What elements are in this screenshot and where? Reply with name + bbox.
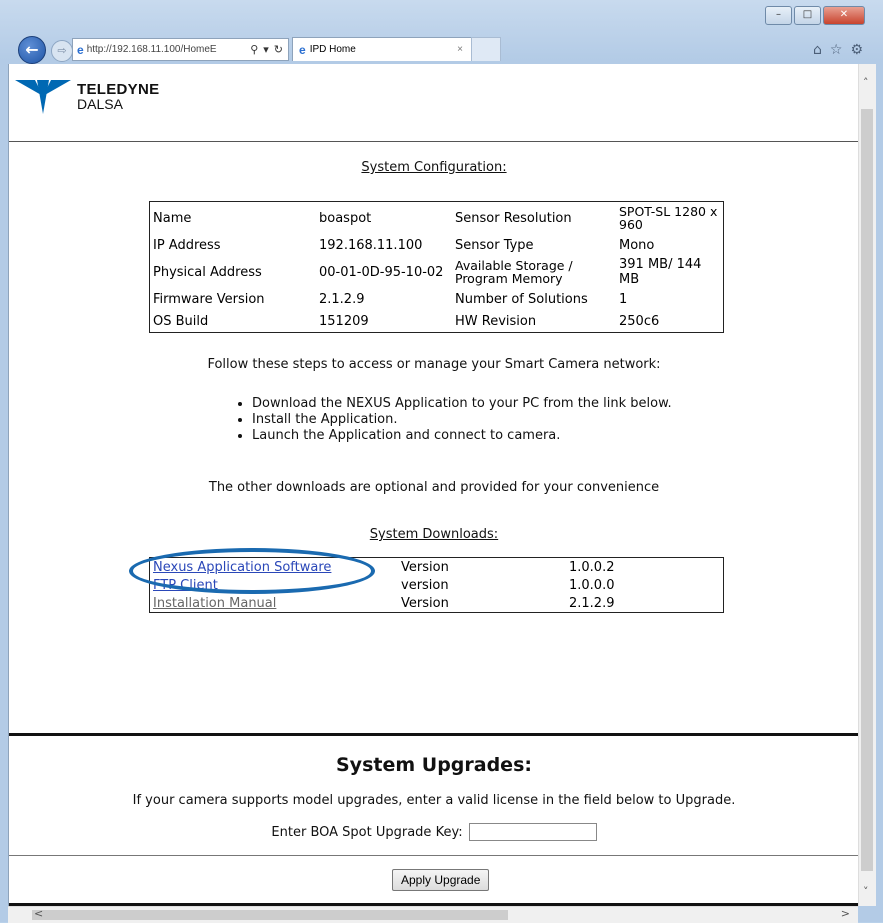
minimize-button[interactable]: – bbox=[765, 6, 792, 25]
config-value: 1 bbox=[619, 291, 628, 307]
system-configuration-table: Name boaspot Sensor Resolution SPOT-SL 1280… bbox=[149, 201, 724, 333]
logo-mark-icon bbox=[15, 80, 71, 114]
table-row: Firmware Version 2.1.2.9 Number of Solutio… bbox=[150, 288, 724, 310]
upgrade-key-input[interactable] bbox=[468, 823, 597, 841]
table-row: Installation Manual Version 2.1.2.9 bbox=[150, 594, 724, 613]
tab-title: IPD Home bbox=[309, 44, 356, 55]
table-row: Physical Address 00-01-0D-95-10-02 Availab… bbox=[150, 256, 724, 288]
browser-window: – □ ✕ ← ⇨ e http://192.168.11.100/HomeE … bbox=[0, 0, 883, 923]
star-icon[interactable]: ☆ bbox=[830, 42, 843, 58]
ie-icon: e bbox=[77, 42, 84, 57]
config-label: Available Storage / Program Memory bbox=[455, 258, 573, 286]
tab-close-icon[interactable]: × bbox=[457, 44, 463, 55]
version-label: Version bbox=[401, 559, 449, 575]
version-label: Version bbox=[401, 595, 449, 611]
upgrades-description: If your camera supports model upgrades, … bbox=[132, 793, 736, 808]
horizontal-scroll-thumb[interactable] bbox=[32, 910, 508, 920]
installation-manual-link[interactable]: Installation Manual bbox=[153, 596, 276, 611]
list-item: Install the Application. bbox=[252, 412, 672, 428]
version-value: 1.0.0.0 bbox=[569, 577, 615, 593]
instruction-steps-list: Download the NEXUS Application to your P… bbox=[234, 396, 672, 444]
config-label: Number of Solutions bbox=[455, 291, 588, 307]
config-label: Sensor Type bbox=[455, 237, 534, 253]
page-viewport: TELEDYNE DALSA System Configuration: Nam… bbox=[8, 64, 859, 906]
address-url[interactable]: http://192.168.11.100/HomeE bbox=[87, 44, 251, 55]
config-value: SPOT-SL 1280 x 960 bbox=[619, 204, 718, 232]
config-value: 391 MB/ 144 MB bbox=[619, 257, 702, 287]
system-downloads-title: System Downloads: bbox=[369, 527, 499, 542]
config-label: Physical Address bbox=[153, 264, 262, 280]
scroll-left-icon[interactable]: < bbox=[34, 907, 43, 920]
table-row: Name boaspot Sensor Resolution SPOT-SL 1280… bbox=[150, 202, 724, 235]
back-button[interactable]: ← bbox=[18, 36, 46, 64]
gear-icon[interactable]: ⚙ bbox=[850, 42, 863, 58]
vertical-scroll-thumb[interactable] bbox=[861, 109, 873, 871]
table-row: IP Address 192.168.11.100 Sensor Type Mono bbox=[150, 234, 724, 256]
header-divider bbox=[9, 141, 859, 142]
window-controls: – □ ✕ bbox=[765, 6, 865, 25]
teledyne-dalsa-logo: TELEDYNE DALSA bbox=[15, 78, 159, 116]
instructions-intro: Follow these steps to access or manage y… bbox=[207, 357, 661, 372]
apply-upgrade-button[interactable]: Apply Upgrade bbox=[392, 869, 490, 891]
scroll-down-icon[interactable]: ˅ bbox=[863, 885, 869, 898]
table-row: OS Build 151209 HW Revision 250c6 bbox=[150, 310, 724, 333]
config-value: 250c6 bbox=[619, 313, 660, 329]
system-upgrades-title: System Upgrades: bbox=[336, 754, 532, 776]
config-value: 2.1.2.9 bbox=[319, 291, 365, 307]
config-value: 192.168.11.100 bbox=[319, 237, 423, 253]
tab-ipd-home[interactable]: e IPD Home × bbox=[292, 37, 472, 61]
apply-divider bbox=[9, 855, 859, 856]
config-label: IP Address bbox=[153, 237, 221, 253]
ie-icon: e bbox=[299, 42, 306, 57]
new-tab-button[interactable] bbox=[471, 37, 501, 61]
config-value: boaspot bbox=[319, 210, 372, 226]
refresh-icon[interactable]: ↻ bbox=[274, 43, 283, 56]
config-label: Name bbox=[153, 210, 192, 226]
search-icon[interactable]: ⚲ bbox=[250, 43, 258, 56]
logo-line1: TELEDYNE bbox=[77, 81, 160, 98]
config-value: Mono bbox=[619, 237, 655, 253]
navigation-bar: ← ⇨ e http://192.168.11.100/HomeE ⚲ ▾ ↻ … bbox=[0, 34, 883, 64]
logo-line2: DALSA bbox=[77, 96, 123, 112]
system-configuration-title: System Configuration: bbox=[361, 160, 507, 175]
highlight-oval bbox=[129, 548, 375, 594]
address-bar[interactable]: e http://192.168.11.100/HomeE ⚲ ▾ ↻ bbox=[72, 38, 289, 61]
vertical-scrollbar[interactable]: ˄ ˅ bbox=[858, 64, 876, 906]
toolbar-icons: ⌂ ☆ ⚙ bbox=[813, 42, 863, 58]
list-item: Download the NEXUS Application to your P… bbox=[252, 396, 672, 412]
dropdown-icon[interactable]: ▾ bbox=[263, 43, 269, 56]
version-value: 1.0.0.2 bbox=[569, 559, 615, 575]
upgrades-divider bbox=[9, 733, 859, 736]
home-icon[interactable]: ⌂ bbox=[813, 42, 822, 58]
config-label: HW Revision bbox=[455, 313, 537, 329]
close-button[interactable]: ✕ bbox=[823, 6, 865, 25]
config-label: Firmware Version bbox=[153, 291, 265, 307]
upgrade-key-label: Enter BOA Spot Upgrade Key: bbox=[271, 824, 463, 840]
maximize-button[interactable]: □ bbox=[794, 6, 821, 25]
config-label: Sensor Resolution bbox=[455, 210, 572, 226]
version-value: 2.1.2.9 bbox=[569, 595, 615, 611]
version-label: version bbox=[401, 577, 449, 593]
config-value: 151209 bbox=[319, 313, 369, 329]
forward-button[interactable]: ⇨ bbox=[51, 40, 73, 62]
scroll-up-icon[interactable]: ˄ bbox=[863, 76, 869, 89]
scroll-right-icon[interactable]: > bbox=[841, 907, 850, 920]
address-bar-buttons: ⚲ ▾ ↻ bbox=[250, 43, 283, 56]
config-label: OS Build bbox=[153, 313, 209, 329]
config-value: 00-01-0D-95-10-02 bbox=[319, 264, 444, 280]
horizontal-scrollbar[interactable]: < > bbox=[8, 906, 858, 923]
upgrade-key-row: Enter BOA Spot Upgrade Key: bbox=[9, 823, 859, 841]
optional-downloads-note: The other downloads are optional and pro… bbox=[208, 480, 660, 495]
list-item: Launch the Application and connect to ca… bbox=[252, 428, 672, 444]
